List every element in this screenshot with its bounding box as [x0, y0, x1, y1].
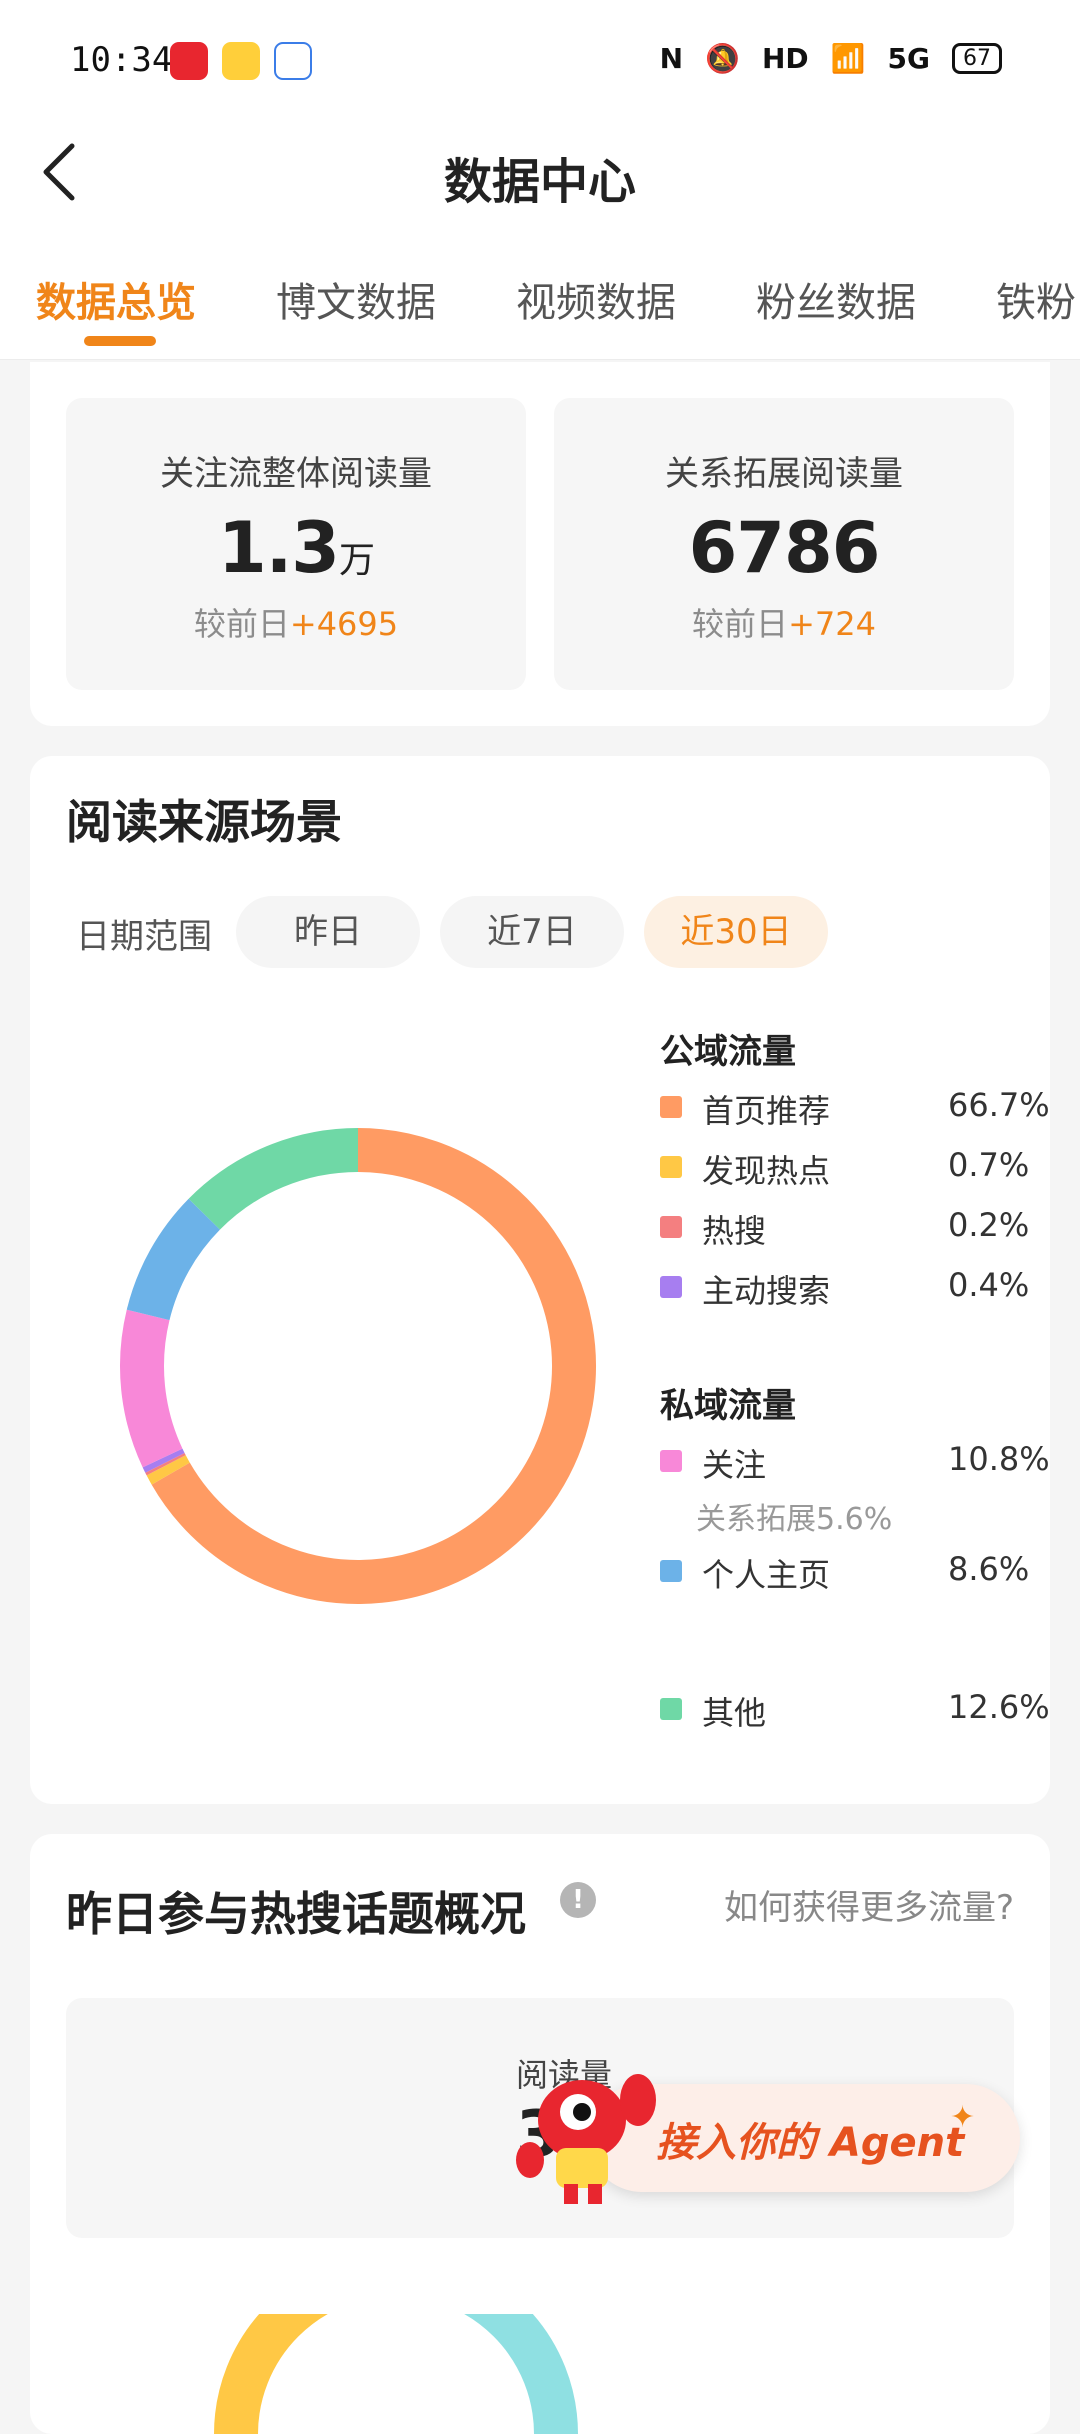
legend-percent: 12.6%: [948, 1688, 1050, 1726]
nfc-icon: N: [659, 42, 684, 75]
donut-slice-2: [145, 1452, 186, 1476]
tab-video-data[interactable]: 视频数据: [516, 270, 676, 328]
baidu-icon: [274, 42, 312, 80]
stat-label: 关系拓展阅读量: [665, 454, 903, 494]
legend-item: 关注 10.8%: [660, 1440, 1050, 1484]
tab-fan-data[interactable]: 粉丝数据: [756, 270, 916, 328]
stat-value: 1.3: [217, 507, 340, 589]
status-time: 10:34: [70, 40, 173, 80]
overview-card: 关注流整体阅读量 1.3万 较前日+4695 关系拓展阅读量 6786 较前日+…: [30, 362, 1050, 726]
date-option-7days[interactable]: 近7日: [440, 896, 624, 968]
read-source-card: 阅读来源场景 日期范围 昨日 近7日 近30日 公域流量 首页推荐 66.7% …: [30, 756, 1050, 1804]
legend-swatch: [660, 1096, 682, 1118]
donut-slice-5: [126, 1198, 221, 1321]
date-option-30days[interactable]: 近30日: [644, 896, 828, 968]
tab-iron-fans[interactable]: 铁粉: [996, 270, 1076, 328]
legend-swatch: [660, 1698, 682, 1720]
follow-stream-stat[interactable]: 关注流整体阅读量 1.3万 较前日+4695: [66, 398, 526, 690]
hd-icon: HD: [761, 42, 809, 75]
status-bar: 10:34 N 🔕 HD 📶 5G 67: [0, 0, 1080, 120]
app-icon-red: [170, 42, 208, 80]
legend-swatch: [660, 1450, 682, 1472]
tab-indicator: [84, 336, 156, 346]
donut-slice-6: [188, 1128, 359, 1231]
tab-bar: 数据总览 博文数据 视频数据 粉丝数据 铁粉: [0, 240, 1080, 360]
legend-item: 主动搜索 0.4%: [660, 1266, 1040, 1310]
tab-overview[interactable]: 数据总览: [36, 270, 196, 328]
legend-name: 热搜: [702, 1212, 767, 1250]
legend-item: 个人主页 8.6%: [660, 1550, 1040, 1594]
stat-value: 6786: [688, 507, 881, 589]
legend-name: 关注: [702, 1446, 767, 1484]
tab-post-data[interactable]: 博文数据: [276, 270, 436, 328]
legend-item: 发现热点 0.7%: [660, 1146, 1040, 1190]
stat-label: 关注流整体阅读量: [160, 454, 432, 494]
legend-percent: 0.2%: [948, 1206, 1030, 1244]
private-traffic-title: 私域流量: [660, 1386, 796, 1426]
agent-promo-text[interactable]: 接入你的 Agent: [656, 2110, 964, 2168]
wifi-icon: 📶: [830, 42, 866, 75]
battery-icon: 67: [952, 43, 1002, 74]
mute-icon: 🔕: [705, 42, 740, 75]
legend-item: 其他 12.6%: [660, 1688, 1050, 1732]
donut-slice-1: [146, 1455, 190, 1485]
legend-name: 主动搜索: [702, 1272, 831, 1310]
legend-name: 个人主页: [702, 1556, 831, 1594]
legend-swatch: [660, 1560, 682, 1582]
stat-unit: 万: [339, 540, 375, 581]
compare-label: 较前日: [193, 605, 290, 643]
relation-expand-stat[interactable]: 关系拓展阅读量 6786 较前日+724: [554, 398, 1014, 690]
mascot-icon[interactable]: [512, 2060, 664, 2210]
legend-item: 热搜 0.2%: [660, 1206, 1040, 1250]
legend-percent: 0.7%: [948, 1146, 1030, 1184]
read-source-donut-chart: [120, 1128, 596, 1604]
legend-swatch: [660, 1216, 682, 1238]
date-option-yesterday[interactable]: 昨日: [236, 896, 420, 968]
legend-name: 发现热点: [702, 1152, 831, 1190]
donut-slice-3: [142, 1448, 185, 1473]
relation-expand-note: 关系拓展5.6%: [696, 1502, 893, 1537]
legend-percent: 0.4%: [948, 1266, 1030, 1304]
hot-topics-donut-chart: [214, 2314, 578, 2434]
sparkle-icon: ✦: [950, 2100, 976, 2135]
section-title: 昨日参与热搜话题概况: [66, 1887, 526, 1941]
weibo-icon: [222, 42, 260, 80]
legend-item: 首页推荐 66.7%: [660, 1086, 1050, 1130]
legend-percent: 66.7%: [948, 1086, 1050, 1124]
legend-name: 首页推荐: [702, 1092, 831, 1130]
compare-delta: +724: [788, 605, 876, 643]
section-title: 阅读来源场景: [66, 795, 342, 849]
page-title: 数据中心: [443, 154, 636, 210]
legend-name: 其他: [702, 1694, 767, 1732]
legend-percent: 8.6%: [948, 1550, 1030, 1588]
signal-icon: 5G: [887, 42, 930, 75]
compare-delta: +4695: [289, 605, 399, 643]
public-traffic-title: 公域流量: [660, 1032, 796, 1072]
legend-swatch: [660, 1156, 682, 1178]
legend-swatch: [660, 1276, 682, 1298]
more-traffic-link[interactable]: 如何获得更多流量?: [724, 1880, 1014, 1929]
info-icon[interactable]: !: [560, 1882, 596, 1918]
compare-label: 较前日: [692, 605, 789, 643]
date-range-label: 日期范围: [76, 917, 212, 957]
donut-slice-4: [120, 1309, 183, 1468]
legend-percent: 10.8%: [948, 1440, 1050, 1478]
